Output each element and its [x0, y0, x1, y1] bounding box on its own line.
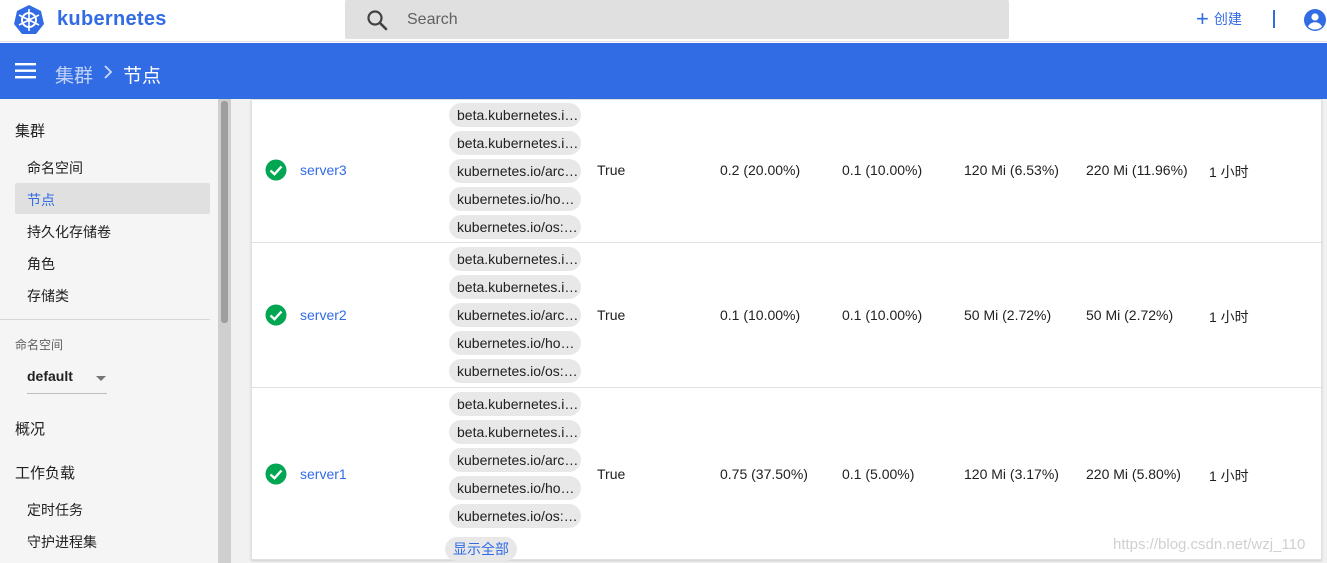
label-chip: kubernetes.io/arch: amd64: [449, 159, 581, 183]
label-chip: kubernetes.io/os: linux: [449, 215, 581, 239]
main-content: server3 beta.kubernetes.io/arch: amd64 b…: [231, 99, 1327, 563]
ready-cell: True: [597, 162, 626, 178]
brand-name[interactable]: kubernetes: [57, 8, 167, 31]
check-circle-icon: [265, 159, 287, 181]
cpu-requests-cell: 0.2 (20.00%): [720, 162, 801, 178]
memory-requests-cell: 120 Mi (3.17%): [964, 466, 1059, 482]
memory-limits-cell: 220 Mi (11.96%): [1086, 162, 1188, 178]
memory-requests-cell: 50 Mi (2.72%): [964, 307, 1052, 323]
age-cell: 1 小时: [1209, 164, 1249, 180]
label-chip: kubernetes.io/os: linux: [449, 359, 581, 383]
plus-icon: +: [1196, 6, 1209, 31]
label-chip: beta.kubernetes.io/os: linux: [449, 420, 581, 444]
sidebar-scrollbar-thumb[interactable]: [221, 101, 228, 323]
ready-cell: True: [597, 307, 626, 323]
create-label: 创建: [1213, 11, 1242, 27]
watermark-text: https://blog.csdn.net/wzj_110: [1113, 536, 1306, 553]
label-chip: beta.kubernetes.io/arch: amd64: [449, 247, 581, 271]
memory-limits-cell: 220 Mi (5.80%): [1086, 466, 1181, 482]
label-chip: beta.kubernetes.io/arch: amd64: [449, 392, 581, 416]
sidebar-item-cronjobs[interactable]: 定时任务: [27, 500, 83, 520]
age-cell: 1 小时: [1209, 468, 1249, 484]
label-chip: kubernetes.io/hostname: server3: [449, 187, 581, 211]
label-chip: beta.kubernetes.io/arch: amd64: [449, 103, 581, 127]
check-circle-icon: [265, 463, 287, 485]
cpu-limits-cell: 0.1 (5.00%): [842, 466, 915, 482]
chevron-right-icon: [104, 65, 113, 79]
kubernetes-logo-icon[interactable]: [13, 4, 45, 36]
account-icon[interactable]: [1303, 8, 1327, 32]
search-icon: [367, 10, 388, 31]
label-chip: beta.kubernetes.io/os: linux: [449, 275, 581, 299]
cpu-requests-cell: 0.1 (10.00%): [720, 307, 801, 323]
page-title: 节点: [123, 66, 162, 87]
age-cell: 1 小时: [1209, 309, 1249, 325]
page-header: 集群 节点: [0, 43, 1327, 99]
node-name-link[interactable]: server2: [300, 307, 347, 323]
memory-limits-cell: 50 Mi (2.72%): [1086, 307, 1174, 323]
sidebar-item-overview[interactable]: 概况: [15, 418, 45, 439]
nodes-table-card: server3 beta.kubernetes.io/arch: amd64 b…: [251, 99, 1323, 561]
dropdown-arrow-icon: [96, 376, 106, 381]
label-chip: kubernetes.io/hostname: server1: [449, 476, 581, 500]
table-row: server2 beta.kubernetes.io/arch: amd64 b…: [252, 243, 1323, 388]
show-all-labels-button[interactable]: 显示全部: [445, 537, 517, 561]
label-chip: kubernetes.io/os: linux: [449, 504, 581, 528]
ready-cell: True: [597, 466, 626, 482]
memory-requests-cell: 120 Mi (6.53%): [964, 162, 1059, 178]
create-button[interactable]: + 创建: [1196, 7, 1242, 31]
namespace-label: 命名空间: [15, 338, 64, 352]
sidebar-item-nodes[interactable]: 节点: [27, 190, 55, 210]
sidebar: 集群 命名空间 节点 持久化存储卷 角色 存储类 命名空间 default 概况…: [0, 99, 218, 563]
cpu-limits-cell: 0.1 (10.00%): [842, 307, 923, 323]
sidebar-item-namespaces[interactable]: 命名空间: [27, 158, 83, 178]
namespace-select[interactable]: default: [27, 364, 107, 394]
label-chip: kubernetes.io/arch: amd64: [449, 303, 581, 327]
table-row: server3 beta.kubernetes.io/arch: amd64 b…: [252, 100, 1323, 243]
cpu-requests-cell: 0.75 (37.50%): [720, 466, 808, 482]
node-name-link[interactable]: server3: [300, 162, 347, 178]
menu-icon[interactable]: [15, 60, 37, 82]
node-name-link[interactable]: server1: [300, 466, 347, 482]
sidebar-heading-workloads[interactable]: 工作负载: [15, 462, 75, 483]
sidebar-heading-cluster[interactable]: 集群: [15, 120, 45, 141]
sidebar-divider: [0, 319, 210, 320]
cpu-limits-cell: 0.1 (10.00%): [842, 162, 923, 178]
search-bar[interactable]: [345, 0, 1009, 39]
search-input[interactable]: [407, 0, 987, 39]
label-chip: kubernetes.io/hostname: server2: [449, 331, 581, 355]
sidebar-item-persistent-volumes[interactable]: 持久化存储卷: [27, 222, 111, 242]
top-bar: kubernetes + 创建: [0, 0, 1327, 42]
label-chip: beta.kubernetes.io/os: linux: [449, 131, 581, 155]
toolbar-divider: [1273, 10, 1275, 28]
sidebar-item-roles[interactable]: 角色: [27, 254, 55, 274]
label-chip: kubernetes.io/arch: amd64: [449, 448, 581, 472]
breadcrumb-cluster[interactable]: 集群: [55, 61, 93, 88]
check-circle-icon: [265, 304, 287, 326]
sidebar-item-storage-classes[interactable]: 存储类: [27, 286, 69, 306]
namespace-value: default: [27, 368, 73, 384]
sidebar-item-daemonsets[interactable]: 守护进程集: [27, 532, 97, 552]
